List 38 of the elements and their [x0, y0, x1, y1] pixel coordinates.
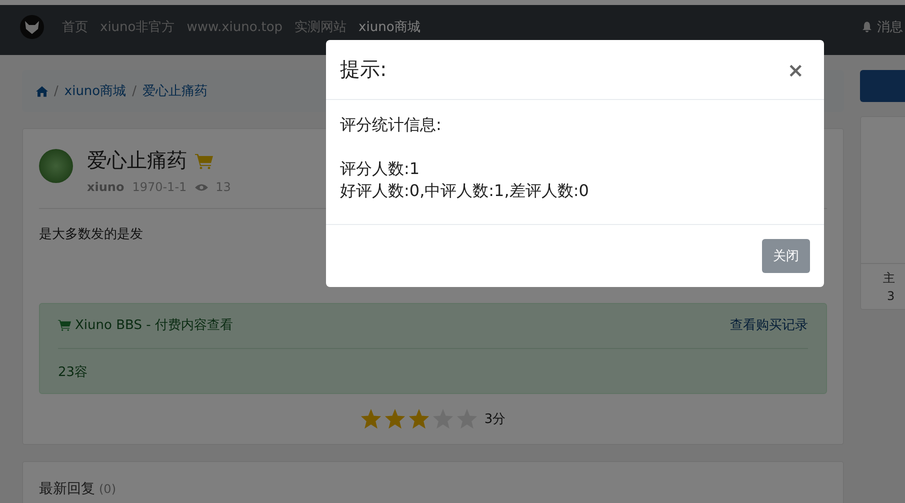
cart-icon — [195, 152, 213, 168]
nav-link[interactable]: www.xiuno.top — [186, 20, 283, 34]
cart-icon — [58, 319, 71, 331]
breadcrumb-separator: / — [54, 84, 58, 98]
breadcrumb-link[interactable]: xiuno商城 — [64, 82, 126, 100]
nav-link[interactable]: 实测网站 — [294, 18, 347, 36]
stat-label: 主 — [883, 270, 896, 287]
post-body: 是大多数发的是发 — [39, 226, 144, 243]
star-icon[interactable] — [384, 408, 406, 430]
rating-score: 3分 — [484, 411, 506, 428]
reply-count: (0) — [99, 482, 116, 496]
replies-title: 最新回复 — [39, 481, 95, 497]
modal-text: 好评人数:0,中评人数:1,差评人数:0 — [340, 180, 590, 202]
modal-text: 评分人数:1 — [340, 158, 421, 180]
nav-link[interactable]: xiuno商城 — [358, 18, 420, 36]
star-icon[interactable] — [360, 408, 382, 430]
breadcrumb-link[interactable]: 爱心止痛药 — [142, 82, 208, 100]
close-button[interactable]: 关闭 — [762, 239, 810, 273]
modal-title: 提示: — [340, 56, 387, 83]
star-icon[interactable] — [408, 408, 430, 430]
home-icon[interactable] — [36, 86, 48, 96]
avatar — [39, 149, 73, 183]
modal-text: 评分统计信息: — [340, 114, 442, 136]
nav-link[interactable]: xiuno非官方 — [100, 18, 175, 36]
breadcrumb-separator: / — [132, 84, 137, 98]
logo-icon[interactable] — [20, 15, 44, 39]
paid-title: Xiuno BBS - 付费内容查看 — [75, 317, 233, 334]
purchase-history-link[interactable]: 查看购买记录 — [730, 316, 808, 334]
messages-link[interactable]: 消息 — [861, 18, 903, 36]
bell-icon — [861, 21, 873, 33]
stat-value: 3 — [886, 289, 896, 303]
star-rating[interactable] — [360, 408, 478, 430]
close-button[interactable]: × — [781, 58, 810, 82]
paid-content: 23容 — [58, 364, 89, 381]
author-name[interactable]: xiuno — [87, 180, 124, 194]
post-title: 爱心止痛药 — [87, 147, 187, 174]
eye-icon — [194, 182, 208, 192]
nav-link[interactable]: 首页 — [62, 18, 88, 36]
